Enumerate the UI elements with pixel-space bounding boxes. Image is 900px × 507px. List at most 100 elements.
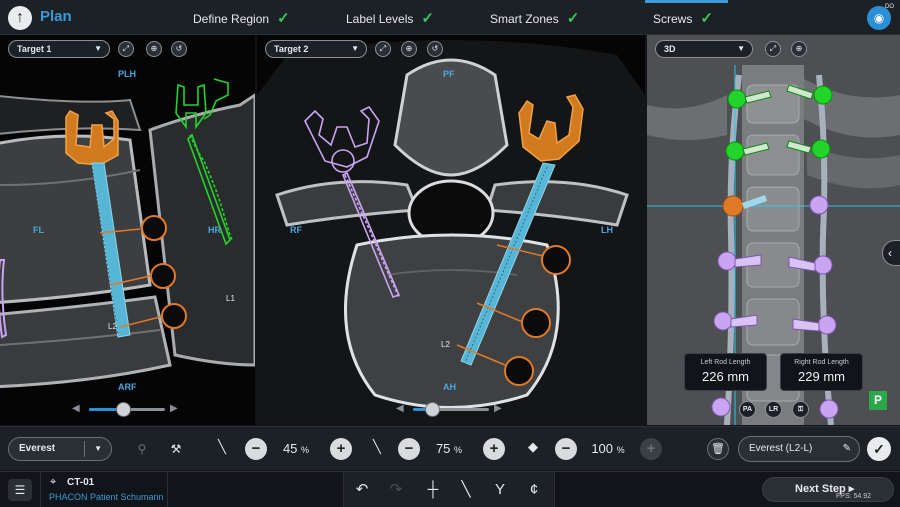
check-icon: ✓ [700, 10, 713, 27]
right-rod-value: 229 mm [798, 369, 845, 384]
screw-size-value: 45 % [270, 441, 322, 456]
trash-icon[interactable]: 🗑 [707, 438, 729, 460]
screw-length-badge-1[interactable] [141, 215, 167, 241]
patient-name: PHACON Patient Schumann [49, 492, 164, 502]
increase-button[interactable]: + [330, 438, 352, 460]
level-label-l2: L2 [108, 322, 117, 331]
step-define-region[interactable]: Define Region ✓ [193, 9, 290, 27]
orientation-bottom: AH [443, 382, 456, 392]
orientation-right: LH [601, 225, 613, 235]
fullscreen-icon[interactable]: ⤢ [375, 41, 391, 57]
left-rod-value: 226 mm [702, 369, 749, 384]
view-mode-label: 3D [664, 44, 676, 54]
step-label: Screws [653, 12, 693, 26]
decrease-button[interactable]: − [398, 438, 420, 460]
target-select[interactable]: Target 2 ▼ [265, 40, 367, 58]
chevron-down-icon: ▼ [737, 44, 745, 53]
slider-knob[interactable] [116, 402, 132, 417]
screw-size-number: 75 [435, 441, 451, 456]
orientation-top: PF [443, 69, 455, 79]
pencil-icon[interactable]: ✎ [843, 437, 851, 461]
left-rod-length-box: Left Rod Length 226 mm [684, 353, 767, 391]
view-lr-button[interactable]: LR [765, 401, 782, 418]
decrease-button[interactable]: − [555, 438, 577, 460]
increase-button[interactable]: + [483, 438, 505, 460]
zoom-icon[interactable]: ⊕ [146, 41, 162, 57]
triangle-left-icon[interactable]: ◀ [396, 403, 404, 414]
screw-size-value: 100 % [582, 441, 634, 456]
screw-toolbar: Everest ▼ ⚲ ⚒ ╲ − 45 % + ╲ − 75 % + ◆ − … [0, 426, 900, 470]
slice-slider[interactable]: ◀ ▶ [396, 401, 506, 417]
screw-icon: ╲ [218, 439, 226, 454]
divider [84, 441, 85, 457]
check-icon: ✓ [421, 10, 434, 27]
undo-icon[interactable]: ↶ [350, 479, 374, 501]
crosshair-toggle-icon[interactable]: ┼ [421, 479, 445, 501]
target-select[interactable]: Target 1 ▼ [8, 40, 110, 58]
status-badge: P [869, 391, 887, 410]
screw-length-badge-3[interactable] [504, 356, 534, 386]
sliders-icon[interactable]: ☰ [8, 479, 32, 501]
search-screw-icon[interactable]: ⚲ [130, 437, 154, 461]
viewport-target-1[interactable]: Target 1 ▼ ⤢ ⊕ ↺ PLH FL HR ARF L1 L2 ◀ ▶ [0, 35, 255, 425]
reset-view-icon[interactable]: ↺ [427, 41, 443, 57]
chevron-down-icon: ▼ [94, 444, 102, 453]
screw-icon: ╲ [373, 439, 381, 454]
check-icon: ✓ [566, 10, 580, 27]
patient-info: ⌖ CT-01 PHACON Patient Schumann [40, 472, 168, 507]
screw-tool-icon[interactable]: ╲ [454, 479, 478, 501]
implant-select[interactable]: Everest ▼ [8, 437, 112, 461]
view-mode-select[interactable]: 3D ▼ [655, 40, 753, 58]
selected-screw-label: Everest (L2-L) [749, 443, 813, 454]
viewport-3d[interactable]: 3D ▼ ⤢ ⊕ ‹ Left Rod Length 226 mm Right R… [647, 35, 900, 425]
reset-view-icon[interactable]: ↺ [171, 41, 187, 57]
level-label-l2: L2 [441, 340, 450, 349]
screw-length-badge-3[interactable] [161, 303, 187, 329]
fullscreen-icon[interactable]: ⤢ [118, 41, 134, 57]
zoom-icon[interactable]: ⊕ [401, 41, 417, 57]
decrease-button[interactable]: − [245, 438, 267, 460]
slice-slider[interactable]: ◀ ▶ [72, 401, 182, 417]
active-step-indicator [645, 0, 728, 3]
step-label-levels[interactable]: Label Levels ✓ [346, 9, 434, 27]
slider-knob[interactable] [425, 402, 440, 417]
chevron-down-icon: ▼ [351, 44, 359, 53]
next-step-button[interactable]: Next Step ▸ [762, 477, 894, 502]
step-screws[interactable]: Screws ✓ [653, 9, 713, 27]
screw-length-badge-2[interactable] [150, 263, 176, 289]
triangle-left-icon[interactable]: ◀ [72, 403, 80, 414]
check-icon: ✓ [277, 10, 290, 27]
screw-length-badge-2[interactable] [521, 308, 551, 338]
crosshair-icon: ⌖ [50, 476, 57, 488]
fullscreen-icon[interactable]: ⤢ [765, 41, 781, 57]
camera-superscript: DO [885, 4, 894, 10]
triangle-right-icon[interactable]: ▶ [170, 403, 178, 414]
screw-head-icon: ◆ [528, 439, 538, 454]
viewport-target-2[interactable]: Target 2 ▼ ⤢ ⊕ ↺ PF RF LH AH L2 ◀ ▶ [257, 35, 645, 425]
zoom-icon[interactable]: ⊕ [791, 41, 807, 57]
screw-size-unit: % [301, 445, 310, 455]
step-label: Label Levels [346, 12, 414, 26]
lock-icon[interactable]: ⚿ [792, 401, 809, 418]
increase-button[interactable]: + [640, 438, 662, 460]
screw-size-number: 45 [282, 441, 298, 456]
step-label: Define Region [193, 12, 270, 26]
triangle-right-icon[interactable]: ▶ [494, 403, 502, 414]
page-title: Plan [40, 8, 72, 25]
screw-size-value: 75 % [423, 441, 475, 456]
step-smart-zones[interactable]: Smart Zones ✓ [490, 9, 579, 27]
screw-length-badge-1[interactable] [541, 245, 571, 275]
tools-icon[interactable]: ⚒ [164, 437, 188, 461]
target-select-label: Target 2 [274, 44, 309, 54]
add-screw-icon[interactable]: Y [488, 479, 512, 501]
view-pa-button[interactable]: PA [739, 401, 756, 418]
add-rod-icon[interactable]: ¢ [522, 479, 546, 501]
level-label-l1: L1 [226, 294, 235, 303]
back-arrow-button[interactable]: ↑ [8, 6, 32, 30]
step-label: Smart Zones [490, 12, 559, 26]
orientation-left: RF [290, 225, 302, 235]
confirm-button[interactable]: ✓ [867, 437, 891, 461]
redo-icon[interactable]: ↷ [384, 479, 408, 501]
orientation-top: PLH [118, 69, 136, 79]
selected-screw-field[interactable]: Everest (L2-L) ✎ [738, 436, 860, 462]
